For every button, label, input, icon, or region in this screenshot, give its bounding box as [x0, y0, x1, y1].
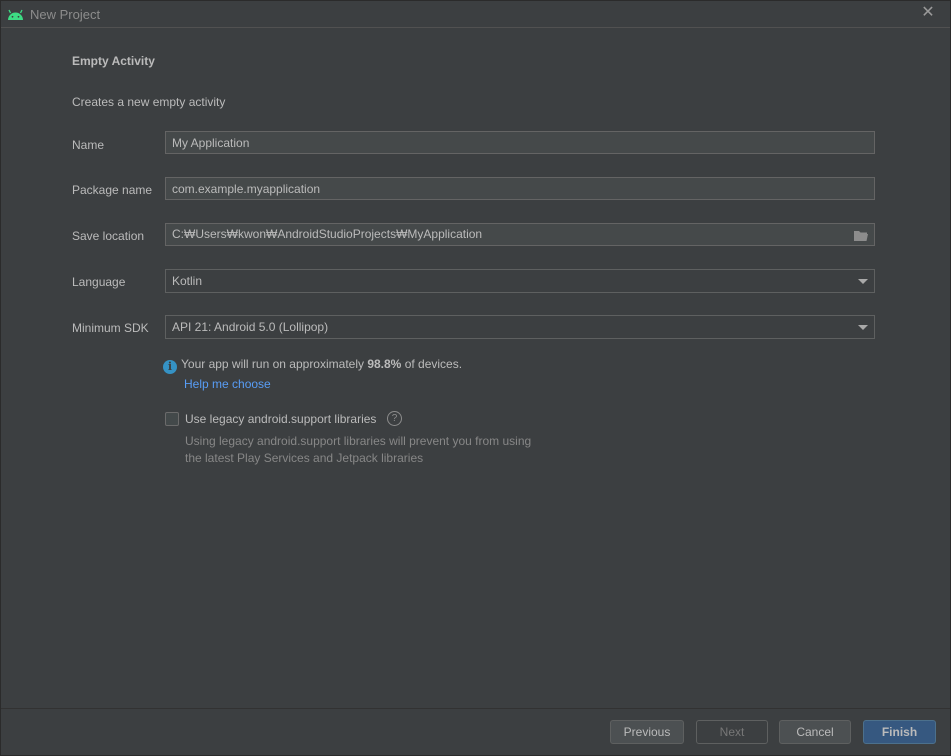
package-name-input[interactable] — [165, 177, 875, 200]
hint-line-1: Using legacy android.support libraries w… — [185, 434, 532, 448]
info-prefix: Your app will run on approximately — [181, 357, 368, 371]
name-label: Name — [72, 138, 105, 152]
folder-icon[interactable] — [853, 228, 869, 241]
package-name-label: Package name — [72, 183, 153, 197]
page-description: Creates a new empty activity — [72, 95, 226, 109]
legacy-support-hint: Using legacy android.support libraries w… — [185, 433, 585, 467]
minimum-sdk-label: Minimum SDK — [72, 321, 149, 335]
name-input[interactable] — [165, 131, 875, 154]
chevron-down-icon — [858, 325, 868, 330]
save-location-value: C:₩Users₩kwon₩AndroidStudioProjects₩MyAp… — [172, 227, 483, 241]
chevron-down-icon — [858, 279, 868, 284]
new-project-dialog: New Project ✕ Empty Activity Creates a n… — [0, 0, 951, 756]
help-icon[interactable]: ? — [387, 411, 402, 426]
coverage-percent: 98.8% — [367, 357, 402, 371]
save-location-input[interactable]: C:₩Users₩kwon₩AndroidStudioProjects₩MyAp… — [165, 223, 875, 246]
legacy-support-checkbox[interactable] — [165, 412, 179, 426]
android-icon — [7, 7, 24, 21]
page-title: Empty Activity — [72, 54, 155, 68]
help-me-choose-link[interactable]: Help me choose — [184, 377, 271, 391]
previous-button[interactable]: Previous — [610, 720, 684, 744]
cancel-button[interactable]: Cancel — [779, 720, 851, 744]
next-button[interactable]: Next — [696, 720, 768, 744]
language-select[interactable]: Kotlin — [165, 269, 875, 293]
finish-button[interactable]: Finish — [863, 720, 936, 744]
window-title: New Project — [30, 7, 101, 22]
hint-line-2: the latest Play Services and Jetpack lib… — [185, 451, 424, 465]
language-value: Kotlin — [172, 274, 203, 288]
info-suffix: of devices. — [401, 357, 463, 371]
legacy-support-label[interactable]: Use legacy android.support libraries — [185, 412, 376, 426]
close-icon[interactable]: ✕ — [920, 5, 936, 21]
save-location-label: Save location — [72, 229, 145, 243]
minimum-sdk-value: API 21: Android 5.0 (Lollipop) — [172, 320, 329, 334]
language-label: Language — [72, 275, 126, 289]
minimum-sdk-select[interactable]: API 21: Android 5.0 (Lollipop) — [165, 315, 875, 339]
title-bar: New Project ✕ — [1, 1, 950, 28]
dialog-footer: Previous Next Cancel Finish — [1, 708, 950, 756]
device-coverage-info: i Your app will run on approximately 98.8… — [163, 357, 462, 374]
info-icon: i — [163, 360, 177, 374]
